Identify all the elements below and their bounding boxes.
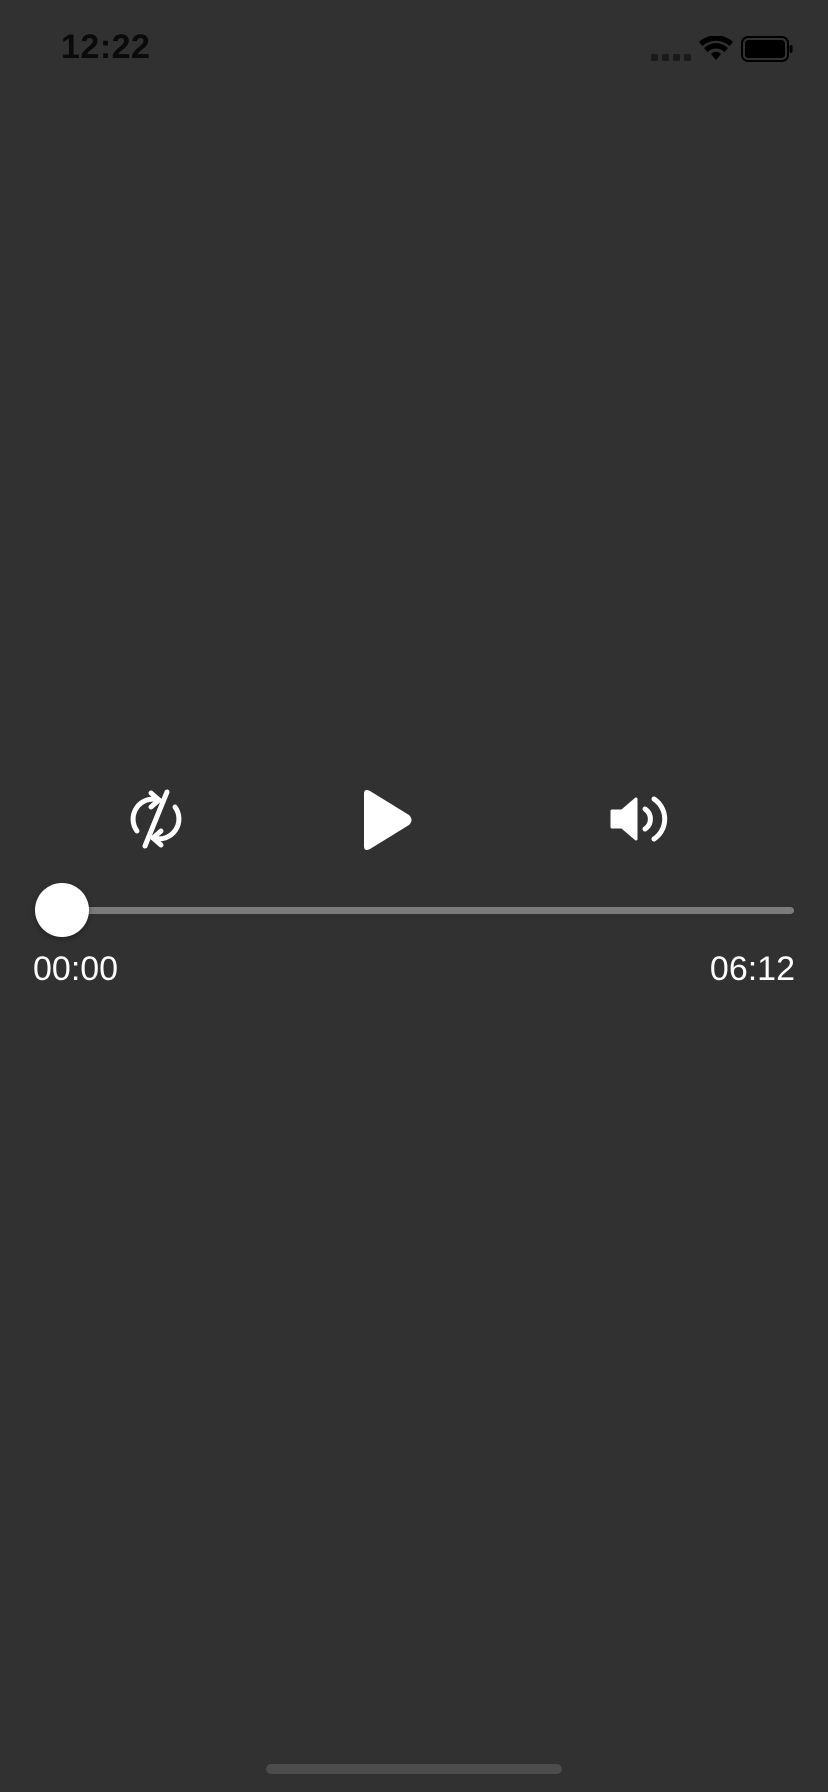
signal-icon (651, 54, 691, 61)
progress-slider[interactable] (34, 880, 794, 940)
total-time: 06:12 (709, 950, 795, 988)
wifi-icon (699, 36, 733, 60)
audio-player-screen: 12:22 00:00 06:12 (0, 0, 828, 1792)
volume-button[interactable] (606, 786, 676, 852)
play-icon (364, 790, 412, 850)
repeat-button[interactable] (118, 786, 194, 852)
repeat-off-icon (130, 789, 182, 849)
elapsed-time: 00:00 (33, 950, 119, 988)
speaker-volume-icon (610, 796, 668, 842)
home-indicator[interactable] (266, 1764, 562, 1774)
slider-thumb[interactable] (35, 883, 89, 937)
battery-icon (741, 36, 793, 62)
status-time: 12:22 (61, 28, 151, 66)
slider-track (62, 907, 794, 914)
play-button[interactable] (344, 780, 424, 860)
